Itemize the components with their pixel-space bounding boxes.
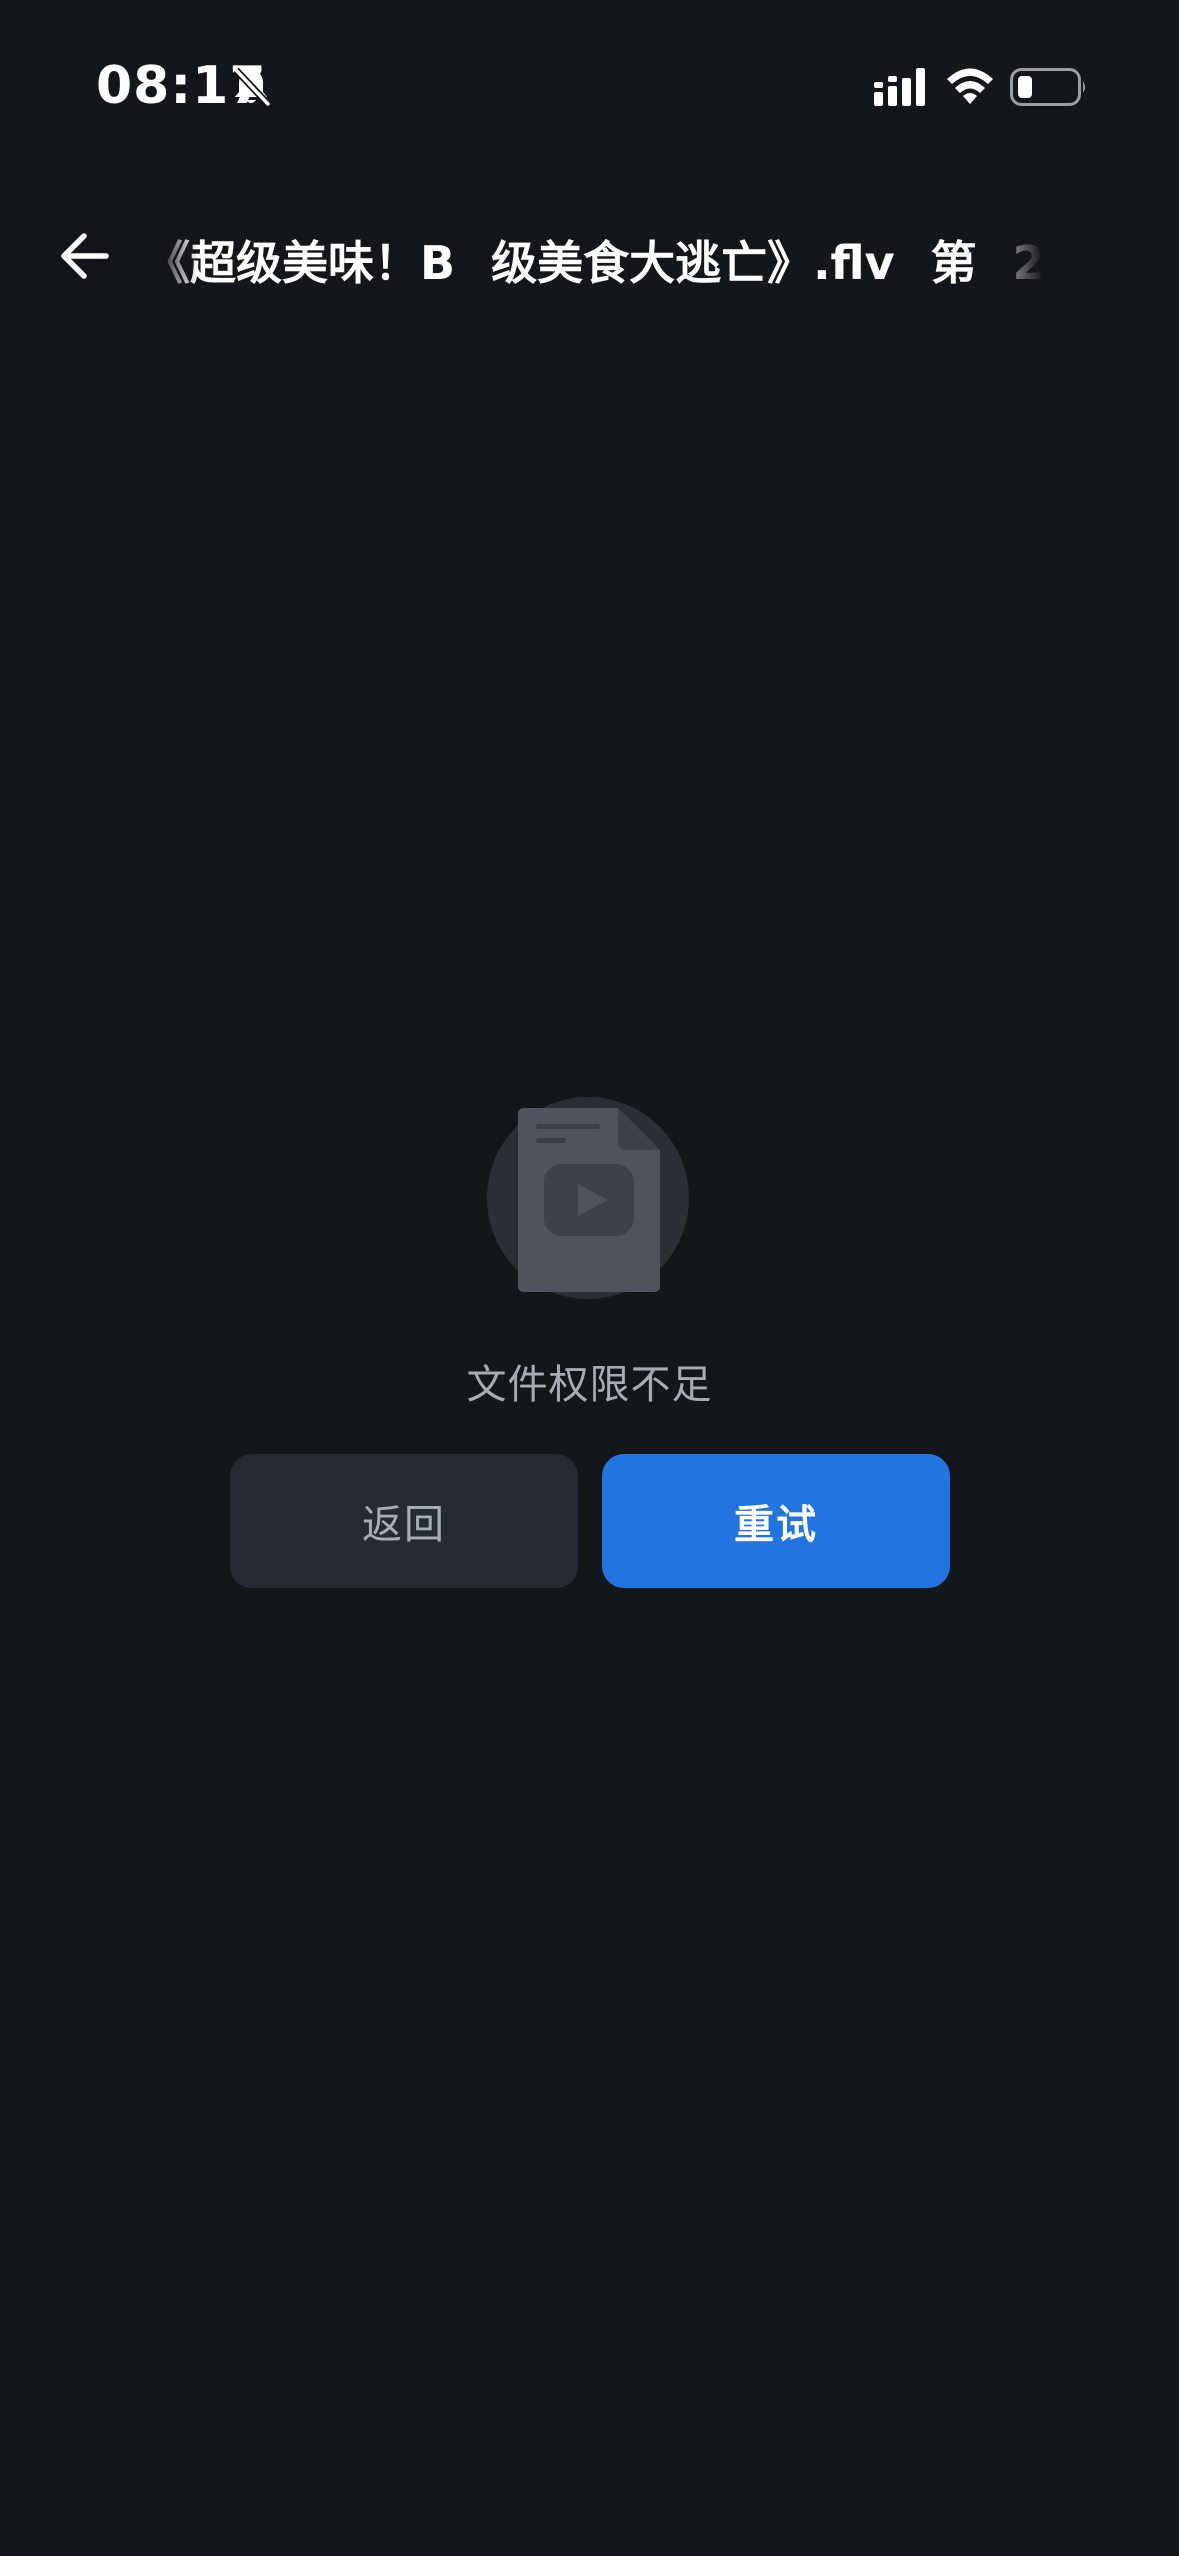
wifi-icon — [947, 68, 993, 104]
top-bar: 《超级美味！B 级美食大逃亡》.flv 第 21 — [0, 200, 1179, 310]
return-button[interactable]: 返回 — [230, 1454, 578, 1588]
video-title: 《超级美味！B 级美食大逃亡》.flv 第 21 — [158, 236, 1043, 290]
video-file-icon — [487, 1097, 689, 1299]
status-bar: 08:17 — [0, 0, 1179, 175]
signal-icon — [874, 68, 925, 106]
back-button[interactable] — [48, 220, 120, 292]
title-marquee: 《超级美味！B 级美食大逃亡》.flv 第 21 — [158, 200, 1043, 310]
arrow-left-icon — [61, 233, 109, 279]
error-message: 文件权限不足 — [466, 1362, 713, 1408]
battery-icon — [1010, 68, 1085, 106]
retry-button[interactable]: 重试 — [602, 1454, 950, 1588]
bell-muted-icon — [233, 67, 271, 107]
